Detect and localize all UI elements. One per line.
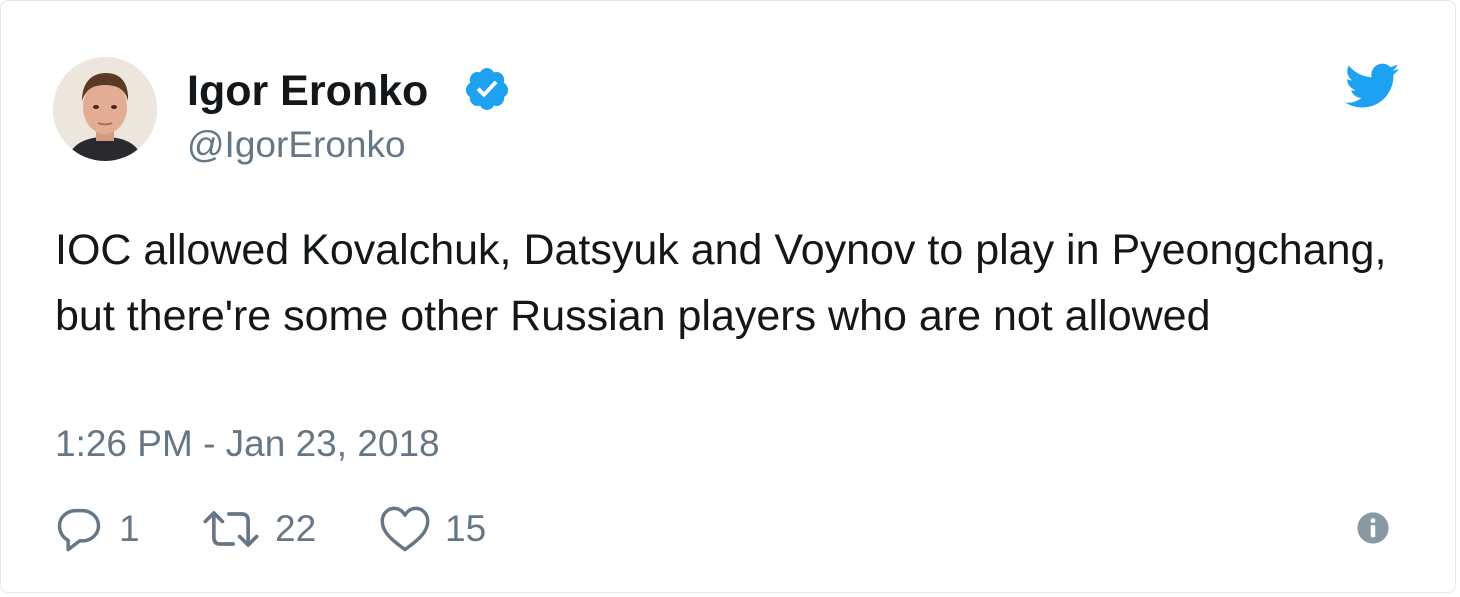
retweet-count: 22 (275, 508, 317, 549)
tweet-text: IOC allowed Kovalchuk, Datsyuk and Voyno… (55, 226, 1387, 340)
twitter-bird-icon[interactable] (1345, 63, 1399, 109)
retweet-button[interactable]: 22 (201, 501, 316, 557)
avatar[interactable] (53, 57, 157, 161)
reply-count: 1 (119, 508, 140, 549)
heart-icon (380, 506, 430, 552)
like-button[interactable]: 15 (379, 501, 486, 557)
reply-button[interactable]: 1 (53, 501, 140, 557)
tweet-timestamp[interactable]: 1:26 PM - Jan 23, 2018 (55, 421, 440, 467)
author-handle[interactable]: @IgorEronko (187, 123, 406, 167)
author-display-name[interactable]: Igor Eronko (187, 65, 428, 117)
reply-bubble-icon (57, 508, 101, 552)
info-icon[interactable] (1356, 511, 1390, 545)
retweet-arrows-icon (203, 511, 259, 547)
tweet-card: Igor Eronko @IgorEronko IOC allowed Kova… (0, 0, 1456, 593)
verified-badge-icon (465, 68, 508, 110)
avatar-image (53, 57, 157, 161)
like-count: 15 (445, 508, 487, 549)
